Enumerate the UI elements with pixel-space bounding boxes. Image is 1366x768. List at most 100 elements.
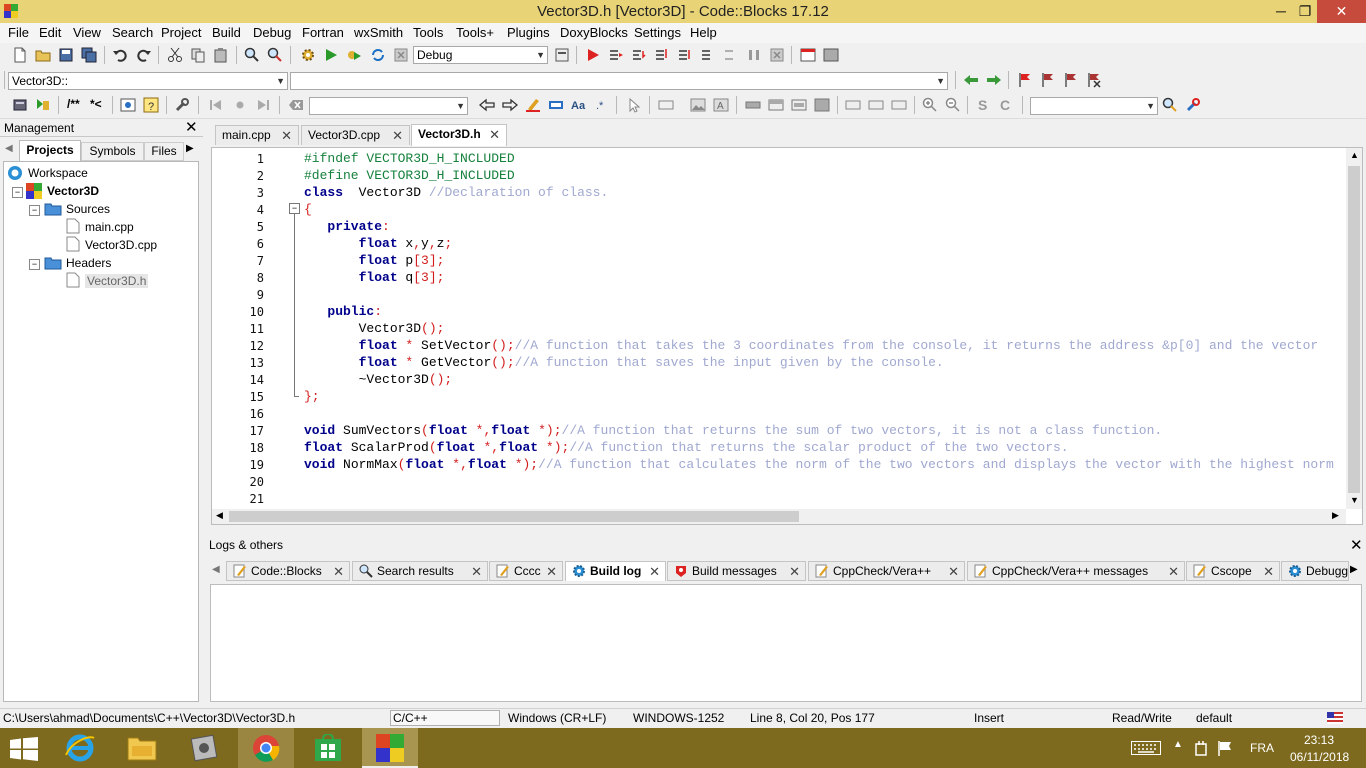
taskbar-app-generic[interactable] (176, 728, 232, 768)
menu-help[interactable]: Help (690, 25, 717, 40)
image-icon[interactable] (690, 97, 706, 113)
next-instruction-icon[interactable] (700, 47, 716, 63)
tab-symbols[interactable]: Symbols (81, 142, 144, 161)
log-tab-build-messages[interactable]: Build messages ✕ (667, 561, 806, 581)
rebuild-icon[interactable] (370, 47, 386, 63)
pointer-icon[interactable] (626, 97, 642, 113)
tab-scroll-left-icon[interactable]: ◀ (5, 143, 13, 154)
code-line[interactable]: float * GetVector();//A function that sa… (304, 355, 944, 370)
previous-bookmark-icon[interactable] (1040, 72, 1056, 88)
build-gear-icon[interactable] (300, 47, 316, 63)
close-tab-icon[interactable]: ✕ (392, 126, 403, 145)
close-tab-icon[interactable]: ✕ (489, 125, 500, 144)
show-hidden-icons-icon[interactable]: ▲ (1173, 739, 1183, 750)
extract-documentation-icon[interactable] (35, 97, 51, 113)
run-to-cursor-icon[interactable] (608, 47, 624, 63)
toggle-bookmark-icon[interactable] (1017, 72, 1033, 88)
windows-start-icon[interactable] (10, 737, 38, 761)
collapse-toggle-icon[interactable]: − (29, 205, 40, 216)
taskbar-codeblocks[interactable] (362, 728, 418, 768)
tree-sources[interactable]: Sources (66, 202, 110, 216)
selected-text-only-icon[interactable] (548, 97, 564, 113)
menu-edit[interactable]: Edit (39, 25, 61, 40)
code-line[interactable]: public: (304, 304, 382, 319)
find-icon[interactable] (244, 47, 260, 63)
shape-6-icon[interactable] (868, 97, 884, 113)
debug-run-icon[interactable] (585, 47, 601, 63)
action-center-flag-icon[interactable] (1217, 740, 1233, 756)
open-folder-icon[interactable] (35, 47, 51, 63)
c-symbol-icon[interactable]: C (998, 97, 1014, 113)
power-icon[interactable] (1194, 740, 1208, 756)
keyboard-icon[interactable] (1131, 741, 1161, 755)
tree-workspace[interactable]: Workspace (28, 166, 88, 180)
run-icon[interactable] (323, 47, 339, 63)
build-log-output[interactable] (210, 584, 1362, 702)
menu-plugins[interactable]: Plugins (507, 25, 550, 40)
scroll-left-icon[interactable]: ◀ (216, 510, 223, 521)
tab-projects[interactable]: Projects (19, 140, 81, 161)
various-info-icon[interactable] (823, 47, 839, 63)
shape-3-icon[interactable] (791, 97, 807, 113)
log-tab-debugger[interactable]: Debugger (1281, 561, 1349, 581)
code-line[interactable]: { (304, 202, 312, 217)
tab-scroll-right-icon[interactable]: ▶ (186, 143, 194, 154)
log-tab-cccc[interactable]: Cccc ✕ (489, 561, 563, 581)
match-case-icon[interactable]: Aa (571, 97, 587, 113)
taskbar-internet-explorer[interactable] (52, 728, 108, 768)
last-page-icon[interactable] (255, 97, 271, 113)
close-management-button[interactable]: ✕ (185, 118, 198, 136)
save-icon[interactable] (58, 47, 74, 63)
code-line[interactable]: Vector3D(); (304, 321, 445, 336)
menu-file[interactable]: File (8, 25, 29, 40)
code-line[interactable]: #define VECTOR3D_H_INCLUDED (304, 168, 515, 183)
stop-debugger-icon[interactable] (769, 47, 785, 63)
fold-toggle-icon[interactable]: − (289, 203, 300, 214)
search-symbol-icon[interactable] (1162, 97, 1178, 113)
tab-vector3d-h[interactable]: Vector3D.h ✕ (411, 124, 507, 146)
symbol-search-input[interactable]: ▼ (1030, 97, 1158, 115)
code-line[interactable]: void NormMax(float *,float *);//A functi… (304, 457, 1334, 472)
menu-doxyblocks[interactable]: DoxyBlocks (560, 25, 628, 40)
clock-time[interactable]: 23:13 (1304, 733, 1334, 747)
undo-icon[interactable] (112, 47, 128, 63)
redo-icon[interactable] (136, 47, 152, 63)
collapse-toggle-icon[interactable]: − (12, 187, 23, 198)
log-tab-search-results[interactable]: Search results ✕ (352, 561, 488, 581)
menu-fortran[interactable]: Fortran (302, 25, 344, 40)
horizontal-scrollbar[interactable]: ◀ ▶ (212, 509, 1346, 524)
tab-vector3d-cpp[interactable]: Vector3D.cpp ✕ (301, 125, 410, 145)
tool-wrench-icon[interactable] (174, 97, 190, 113)
shape-5-icon[interactable] (845, 97, 861, 113)
code-line[interactable]: }; (304, 389, 320, 404)
menu-build[interactable]: Build (212, 25, 241, 40)
next-line-icon[interactable] (631, 47, 647, 63)
clock-date[interactable]: 06/11/2018 (1290, 750, 1349, 764)
cut-icon[interactable] (167, 47, 183, 63)
zoom-out-icon[interactable] (945, 97, 961, 113)
next-bookmark-icon[interactable] (1063, 72, 1079, 88)
first-page-icon[interactable] (208, 97, 224, 113)
highlight-icon[interactable] (525, 97, 541, 113)
shape-7-icon[interactable] (891, 97, 907, 113)
jump-forward-icon[interactable] (986, 72, 1002, 88)
tree-project[interactable]: Vector3D (47, 184, 99, 198)
doxywizard-icon[interactable] (12, 97, 28, 113)
code-line[interactable]: #ifndef VECTOR3D_H_INCLUDED (304, 151, 515, 166)
step-out-icon[interactable] (677, 47, 693, 63)
step-instruction-icon[interactable] (723, 47, 739, 63)
code-line[interactable]: float p[3]; (304, 253, 445, 268)
abort-icon[interactable] (393, 47, 409, 63)
taskbar-chrome[interactable] (238, 728, 294, 768)
scroll-down-icon[interactable]: ▼ (1350, 495, 1359, 505)
insert-comment-block-button[interactable]: /** (67, 97, 80, 111)
close-tab-icon[interactable]: ✕ (1263, 562, 1274, 581)
scroll-up-icon[interactable]: ▲ (1350, 150, 1359, 160)
find-previous-icon[interactable] (479, 97, 495, 113)
build-and-run-icon[interactable] (346, 47, 362, 63)
replace-icon[interactable] (267, 47, 283, 63)
tree-file-vector3d-cpp[interactable]: Vector3D.cpp (85, 238, 157, 252)
clear-search-icon[interactable] (288, 97, 304, 113)
text-frame-icon[interactable]: A (713, 97, 729, 113)
code-line[interactable]: private: (304, 219, 389, 234)
